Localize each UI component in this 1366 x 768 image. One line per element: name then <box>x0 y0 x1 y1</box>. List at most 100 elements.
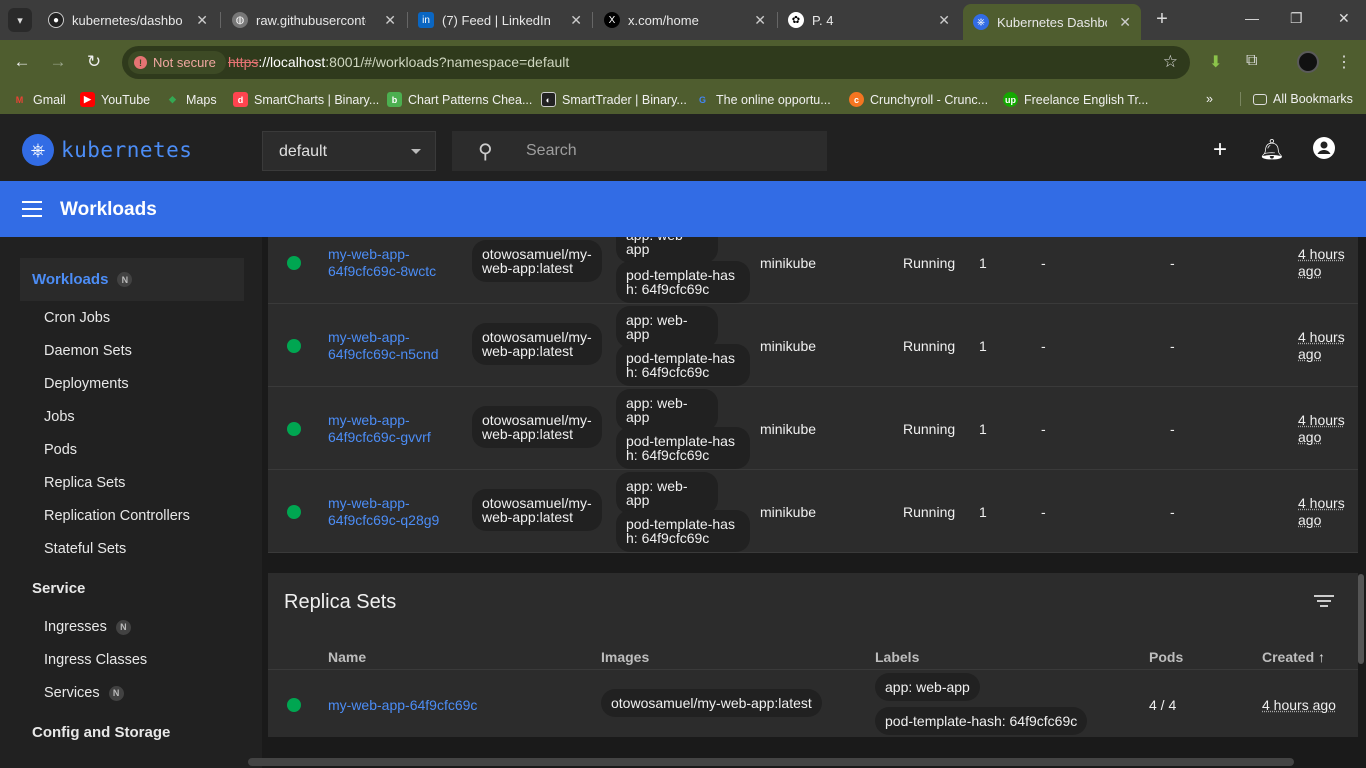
bell-icon[interactable]: 🔔︎ <box>1258 136 1286 164</box>
bookmark-crunchyroll[interactable]: c Crunchyroll - Crunc... <box>849 92 988 107</box>
bookmark-smarttrader[interactable]: ◐ SmartTrader | Binary... <box>541 92 687 107</box>
sidebar-item-workloads[interactable]: Workloads N <box>32 271 133 288</box>
upwork-icon: up <box>1003 92 1018 107</box>
restarts-cell: 1 <box>979 421 987 437</box>
tab-title: x.com/home <box>628 12 699 28</box>
restarts-cell: 1 <box>979 255 987 271</box>
forward-icon[interactable]: → <box>46 52 70 72</box>
browser-tab-x[interactable]: X x.com/home ✕ <box>594 4 776 36</box>
address-bar[interactable]: ! Not secure https://localhost:8001/#/wo… <box>122 46 1190 79</box>
image-chip: otowosamuel/my-web-app:latest <box>472 240 602 282</box>
sidebar-item-replica-sets[interactable]: Replica Sets <box>44 475 125 491</box>
browser-tab-raw[interactable]: ◍ raw.githubusercontent ✕ <box>222 4 406 36</box>
browser-tab-linkedin[interactable]: in (7) Feed | LinkedIn ✕ <box>408 4 592 36</box>
account-icon[interactable] <box>1310 136 1338 167</box>
close-icon[interactable]: ✕ <box>196 12 208 29</box>
pod-name-link[interactable]: my-web-app- 64f9cfc69c-gvvrf <box>328 412 458 446</box>
search-input[interactable] <box>526 139 806 163</box>
menu-icon[interactable] <box>22 201 42 217</box>
memory-cell: - <box>1170 504 1175 520</box>
filter-icon[interactable] <box>1314 595 1334 609</box>
close-icon[interactable]: ✕ <box>570 12 582 29</box>
table-row[interactable]: my-web-app- 64f9cfc69c-8wctc otowosamuel/… <box>268 237 1358 304</box>
bookmark-freelance[interactable]: up Freelance English Tr... <box>1003 92 1148 107</box>
restore-icon[interactable]: ❐ <box>1290 10 1303 27</box>
table-row[interactable]: my-web-app- 64f9cfc69c-q28g9 otowosamuel/… <box>268 470 1358 553</box>
sidebar-item-service[interactable]: Service <box>32 580 85 597</box>
bookmark-gmail[interactable]: M Gmail <box>12 92 66 107</box>
search-icon: ⚲ <box>478 141 493 163</box>
create-icon[interactable]: + <box>1206 136 1234 164</box>
back-icon[interactable]: ← <box>10 52 34 72</box>
reload-icon[interactable]: ↻ <box>82 52 106 72</box>
replica-set-name-link[interactable]: my-web-app-64f9cfc69c <box>328 697 477 713</box>
download-icon[interactable]: ⬇ <box>1209 52 1222 72</box>
new-tab-icon[interactable]: + <box>1150 8 1174 32</box>
image-chip: otowosamuel/my-web-app:latest <box>472 406 602 448</box>
sidebar-item-cron-jobs[interactable]: Cron Jobs <box>44 310 110 326</box>
namespace-select[interactable]: default <box>262 131 436 171</box>
sidebar: Workloads N Cron Jobs Daemon Sets Deploym… <box>0 237 262 768</box>
column-header-name[interactable]: Name <box>328 649 366 665</box>
bookmark-smartcharts[interactable]: d SmartCharts | Binary... <box>233 92 379 107</box>
horizontal-scrollbar[interactable] <box>248 758 1294 766</box>
memory-cell: - <box>1170 421 1175 437</box>
browser-tab-kubernetes[interactable]: ⎈ Kubernetes Dashboard ✕ <box>963 4 1141 40</box>
label-chip: pod-template-hash: 64f9cfc69c <box>616 261 750 303</box>
sidebar-item-ingresses[interactable]: Ingresses N <box>44 619 131 635</box>
kebab-menu-icon[interactable]: ⋮ <box>1336 52 1352 72</box>
extensions-icon[interactable]: ⧉ <box>1246 52 1257 70</box>
restarts-cell: 1 <box>979 504 987 520</box>
browser-tab-github[interactable]: ● kubernetes/dashboard ✕ <box>38 4 218 36</box>
site-info-button[interactable]: ! Not secure <box>128 51 226 74</box>
bookmark-star-icon[interactable]: ☆ <box>1163 52 1178 72</box>
running-status-icon <box>287 698 301 712</box>
vertical-scrollbar[interactable] <box>1358 574 1364 664</box>
url-text[interactable]: https://localhost:8001/#/workloads?names… <box>228 54 569 70</box>
pod-name-link[interactable]: my-web-app- 64f9cfc69c-n5cnd <box>328 329 458 363</box>
bookmarks-overflow-icon[interactable]: » <box>1206 92 1213 106</box>
minimize-icon[interactable]: — <box>1245 10 1259 26</box>
close-icon[interactable]: ✕ <box>384 12 396 29</box>
close-icon[interactable]: ✕ <box>938 12 950 29</box>
all-bookmarks[interactable]: All Bookmarks <box>1240 92 1353 106</box>
search-box: ⚲ <box>452 131 827 171</box>
tab-search-icon[interactable]: ▾ <box>8 8 32 32</box>
running-status-icon <box>287 339 301 353</box>
sidebar-item-daemon-sets[interactable]: Daemon Sets <box>44 343 132 359</box>
sidebar-item-pods[interactable]: Pods <box>44 442 77 458</box>
sidebar-item-services[interactable]: Services N <box>44 685 124 701</box>
sidebar-item-ingress-classes[interactable]: Ingress Classes <box>44 652 147 668</box>
sidebar-item-replication-controllers[interactable]: Replication Controllers <box>44 508 190 524</box>
cpu-cell: - <box>1041 255 1046 271</box>
close-icon[interactable]: ✕ <box>1119 14 1131 31</box>
table-row[interactable]: my-web-app- 64f9cfc69c-gvvrf otowosamuel/… <box>268 387 1358 470</box>
sidebar-item-config-and-storage[interactable]: Config and Storage <box>32 724 170 741</box>
sidebar-item-jobs[interactable]: Jobs <box>44 409 75 425</box>
node-cell: minikube <box>760 255 817 271</box>
column-header-pods[interactable]: Pods <box>1149 649 1183 665</box>
bookmark-chart-patterns[interactable]: b Chart Patterns Chea... <box>387 92 532 107</box>
kubernetes-logo[interactable]: ⎈ kubernetes <box>22 134 192 166</box>
browser-toolbar: ← → ↻ ! Not secure https://localhost:800… <box>0 40 1366 86</box>
security-label: Not secure <box>153 55 216 70</box>
image-chip: otowosamuel/my-web-app:latest <box>601 689 822 717</box>
bookmark-maps[interactable]: ◆ Maps <box>165 92 217 107</box>
label-chip: app: web-app <box>875 673 980 701</box>
column-header-created[interactable]: Created ↑ <box>1262 649 1325 665</box>
close-icon[interactable]: ✕ <box>754 12 766 29</box>
bookmark-youtube[interactable]: ▶ YouTube <box>80 92 150 107</box>
column-header-labels: Labels <box>875 649 920 665</box>
browser-tab-p4[interactable]: ✿ P. 4 ✕ <box>778 4 960 36</box>
window-close-icon[interactable]: ✕ <box>1338 10 1350 27</box>
pod-name-link[interactable]: my-web-app- 64f9cfc69c-q28g9 <box>328 495 458 529</box>
table-row[interactable]: my-web-app- 64f9cfc69c-n5cnd otowosamuel/… <box>268 304 1358 387</box>
pods-cell: 4 / 4 <box>1149 697 1177 713</box>
profile-avatar[interactable] <box>1297 51 1319 73</box>
sidebar-item-deployments[interactable]: Deployments <box>44 376 129 392</box>
smarttrader-icon: ◐ <box>541 92 556 107</box>
bookmark-google[interactable]: G The online opportu... <box>695 92 831 107</box>
image-chip: otowosamuel/my-web-app:latest <box>472 323 602 365</box>
sidebar-item-stateful-sets[interactable]: Stateful Sets <box>44 541 126 557</box>
pod-name-link[interactable]: my-web-app- 64f9cfc69c-8wctc <box>328 246 458 280</box>
